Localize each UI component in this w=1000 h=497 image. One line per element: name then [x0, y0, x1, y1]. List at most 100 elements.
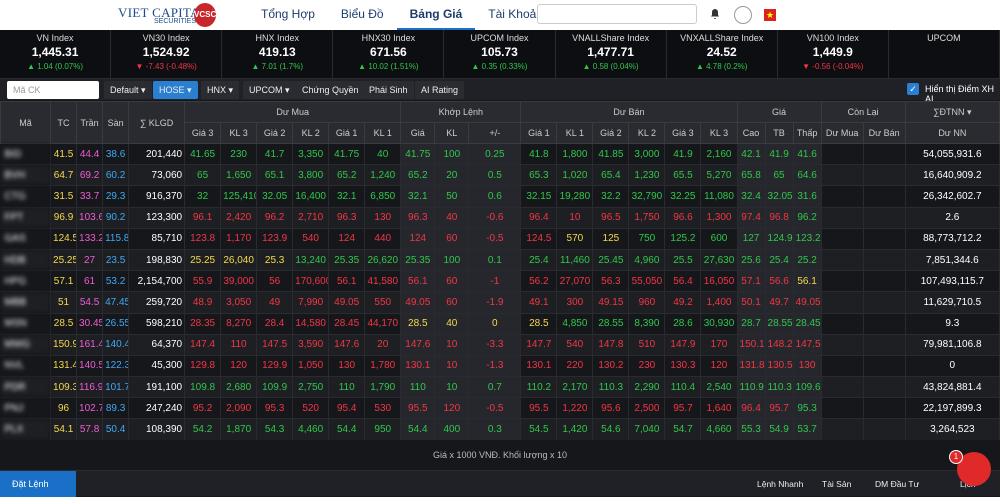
- table-cell: 60: [434, 291, 470, 314]
- index-card[interactable]: VN Index 1,445.31 ▲ 1.04 (0.07%): [0, 30, 112, 78]
- col-header-ceiling[interactable]: Trần: [76, 101, 104, 144]
- col-header-volume[interactable]: ∑ KLGD: [128, 101, 186, 144]
- table-cell: 32,790: [628, 185, 666, 208]
- avatar[interactable]: [734, 6, 752, 24]
- table-row[interactable]: PNJ 96 102.7 89.3 247,240 95.2 2,090 95.3 520 95.…: [0, 397, 1000, 420]
- table-row[interactable]: HDB 25.25 27 23.5 198,830 25.25 26,040 25.3 13,2…: [0, 249, 1000, 272]
- stock-symbol[interactable]: MWG: [0, 334, 52, 356]
- fast-order-button[interactable]: Lệnh Nhanh: [757, 471, 803, 497]
- col-header-floor[interactable]: Sàn: [102, 101, 130, 144]
- table-row[interactable]: BID 41.5 44.4 38.6 201,440 41.65 230 41.7 3,350 4…: [0, 143, 1000, 166]
- col-subheader[interactable]: Dư Bán: [862, 122, 906, 144]
- upcom-dropdown[interactable]: UPCOM ▾: [243, 81, 296, 99]
- col-subheader[interactable]: Giá 2: [256, 122, 294, 144]
- index-card[interactable]: VN100 Index 1,449.9 ▼ -0.56 (-0.04%): [778, 30, 889, 78]
- index-card[interactable]: UPCOM: [889, 30, 1000, 78]
- table-row[interactable]: NVL 131.4 140.5 122.3 45,300 129.8 120 129.9 1,0…: [0, 355, 1000, 378]
- nav-bieu-do[interactable]: Biểu Đồ: [328, 0, 397, 30]
- table-row[interactable]: MSN 28.5 30.45 26.55 598,210 28.35 8,270 28.4 14…: [0, 313, 1000, 335]
- stock-code-input[interactable]: Mã CK: [7, 81, 99, 99]
- table-cell: -1.3: [468, 355, 522, 378]
- table-cell: 147.6: [400, 334, 436, 356]
- col-header-ref[interactable]: TC: [50, 101, 78, 144]
- col-header-foreign[interactable]: ∑ĐTNN ▾: [904, 101, 1000, 123]
- col-subheader[interactable]: TB: [764, 122, 794, 144]
- table-cell: 127: [737, 228, 766, 250]
- place-order-button[interactable]: Đặt Lệnh: [0, 471, 76, 497]
- col-subheader[interactable]: KL 2: [628, 122, 666, 144]
- hnx-dropdown[interactable]: HNX ▾: [201, 81, 240, 99]
- col-subheader[interactable]: KL 1: [364, 122, 402, 144]
- col-subheader[interactable]: Giá 1: [520, 122, 558, 144]
- col-header-symbol[interactable]: Mã: [0, 101, 52, 144]
- vietnam-flag-icon[interactable]: ★: [764, 9, 776, 21]
- col-subheader[interactable]: Giá 3: [184, 122, 222, 144]
- checkbox-icon[interactable]: ✓: [907, 83, 919, 95]
- stock-symbol[interactable]: NVL: [0, 355, 52, 378]
- table-row[interactable]: BVH 64.7 69.2 60.2 73,060 65 1,650 65.1 3,800 65.…: [0, 164, 1000, 187]
- table-cell: [863, 143, 906, 166]
- ai-rating-tab[interactable]: AI Rating: [415, 81, 465, 99]
- index-card[interactable]: VNALLShare Index 1,477.71 ▲ 0.58 (0.04%): [556, 30, 667, 78]
- col-subheader[interactable]: KL 3: [220, 122, 258, 144]
- col-subheader[interactable]: Thấp: [792, 122, 822, 144]
- table-cell: 54.1: [50, 418, 78, 440]
- global-search-input[interactable]: [537, 4, 697, 24]
- stock-symbol[interactable]: HPG: [0, 270, 52, 293]
- table-row[interactable]: GAS 124.5 133.2 115.8 85,710 123.8 1,170 123.9 5…: [0, 228, 1000, 250]
- nav-tong-hop[interactable]: Tổng Hợp: [248, 0, 328, 30]
- col-subheader[interactable]: Dư NN: [904, 122, 1000, 144]
- default-dropdown[interactable]: Default ▾: [104, 81, 152, 99]
- index-card[interactable]: VNXALLShare Index 24.52 ▲ 4.78 (0.2%): [667, 30, 778, 78]
- index-card[interactable]: UPCOM Index 105.73 ▲ 0.35 (0.33%): [444, 30, 556, 78]
- table-row[interactable]: PLX 54.1 57.8 50.4 108,390 54.2 1,870 54.3 4,460…: [0, 418, 1000, 440]
- stock-symbol[interactable]: FPT: [0, 207, 52, 229]
- index-card[interactable]: HNX Index 419.13 ▲ 7.01 (1.7%): [222, 30, 334, 78]
- stock-symbol[interactable]: CTG: [0, 185, 52, 208]
- table-cell: -1.9: [468, 291, 522, 314]
- col-subheader[interactable]: Giá 3: [664, 122, 702, 144]
- assets-button[interactable]: Tài Sản: [822, 471, 851, 497]
- table-cell: 4,460: [292, 418, 330, 440]
- stock-symbol[interactable]: HDB: [0, 249, 52, 272]
- col-subheader[interactable]: Giá: [400, 122, 436, 144]
- col-subheader[interactable]: Giá 1: [328, 122, 366, 144]
- bell-icon[interactable]: [709, 8, 721, 20]
- table-row[interactable]: FPT 96.9 103.6 90.2 123,300 96.1 2,420 96.2 2,71…: [0, 207, 1000, 229]
- table-row[interactable]: MBB 51 54.5 47.45 259,720 48.9 3,050 49 7,990 49.…: [0, 291, 1000, 314]
- col-subheader[interactable]: KL: [434, 122, 470, 144]
- stock-symbol[interactable]: BID: [0, 143, 52, 166]
- table-row[interactable]: PDR 109.3 116.9 101.7 191,100 109.8 2,680 109.9…: [0, 376, 1000, 399]
- chat-icon[interactable]: 1: [949, 450, 991, 486]
- phai-sinh-tab[interactable]: Phái Sinh: [363, 81, 414, 99]
- hose-dropdown[interactable]: HOSE ▾: [153, 81, 198, 99]
- index-card[interactable]: HNX30 Index 671.56 ▲ 10.02 (1.51%): [333, 30, 445, 78]
- table-row[interactable]: HPG 57.1 61 53.2 2,154,700 55.9 39,000 56 170,60…: [0, 270, 1000, 293]
- watchlist-button[interactable]: DM Đầu Tư: [875, 471, 919, 497]
- col-subheader[interactable]: Dư Mua: [820, 122, 864, 144]
- chung-quyen-tab[interactable]: Chứng Quyền: [296, 81, 365, 99]
- col-subheader[interactable]: KL 3: [700, 122, 738, 144]
- table-cell: [821, 207, 864, 229]
- stock-symbol[interactable]: BVH: [0, 164, 52, 187]
- stock-symbol[interactable]: PLX: [0, 418, 52, 440]
- vietcap-logo[interactable]: VIET CAPITAL SECURITIES VCSC: [118, 1, 218, 29]
- table-cell: 191,100: [128, 376, 186, 399]
- col-subheader[interactable]: Giá 2: [592, 122, 630, 144]
- table-row[interactable]: MWG 150.9 161.4 140.4 64,370 147.4 110 147.5 3,5…: [0, 334, 1000, 356]
- index-card[interactable]: VN30 Index 1,524.92 ▼ -7.43 (-0.48%): [111, 30, 223, 78]
- stock-symbol[interactable]: PNJ: [0, 397, 52, 420]
- stock-symbol[interactable]: MSN: [0, 313, 52, 335]
- nav-bang-gia[interactable]: Bảng Giá: [396, 0, 476, 30]
- col-subheader[interactable]: KL 2: [292, 122, 330, 144]
- stock-symbol[interactable]: PDR: [0, 376, 52, 399]
- col-subheader[interactable]: Cao: [736, 122, 766, 144]
- col-subheader[interactable]: +/-: [468, 122, 522, 144]
- table-cell: 30,930: [700, 313, 738, 335]
- stock-symbol[interactable]: GAS: [0, 228, 52, 250]
- stock-symbol[interactable]: MBB: [0, 291, 52, 314]
- table-cell: 41.6: [793, 143, 822, 166]
- table-row[interactable]: CTG 31.5 33.7 29.3 916,370 32 125,410 32.05 16,4…: [0, 185, 1000, 208]
- table-cell: 41.9: [765, 143, 794, 166]
- col-subheader[interactable]: KL 1: [556, 122, 594, 144]
